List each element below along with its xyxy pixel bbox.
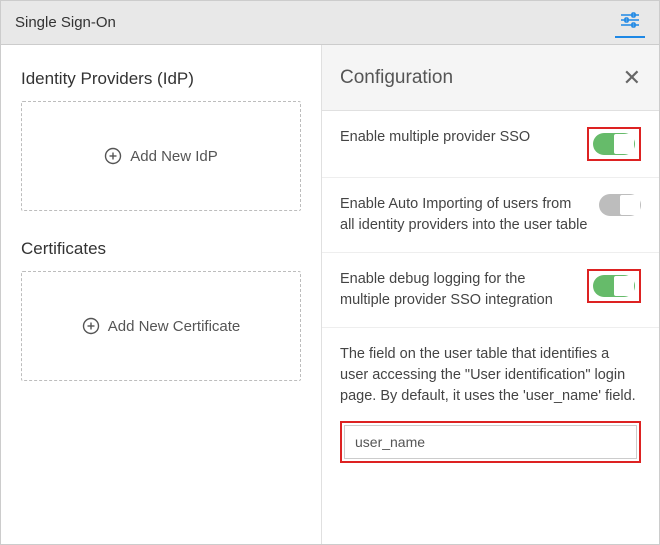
toggle-debug-logging[interactable] (593, 275, 635, 297)
input-highlight (340, 421, 641, 463)
toggle-auto-import[interactable] (599, 194, 641, 216)
close-button[interactable]: ✕ (623, 67, 641, 89)
app-frame: Single Sign-On Identity Providers (IdP) (0, 0, 660, 545)
sliders-icon (620, 12, 640, 31)
option-label: Enable Auto Importing of users from all … (340, 194, 589, 236)
user-field-section: The field on the user table that identif… (322, 328, 659, 479)
plus-circle-icon (104, 147, 122, 165)
toggle-highlight (587, 269, 641, 303)
toggle-knob (620, 195, 640, 215)
add-idp-label: Add New IdP (130, 148, 218, 165)
add-cert-box[interactable]: Add New Certificate (21, 271, 301, 381)
add-cert-label: Add New Certificate (108, 318, 241, 335)
option-label: Enable debug logging for the multiple pr… (340, 269, 577, 311)
toggle-knob (614, 276, 634, 296)
add-idp-content: Add New IdP (104, 147, 218, 165)
cert-heading: Certificates (21, 239, 301, 259)
option-row: Enable multiple provider SSO (322, 111, 659, 178)
body: Identity Providers (IdP) Add New IdP Cer… (1, 45, 659, 544)
close-icon: ✕ (623, 65, 641, 90)
panel-title: Configuration (340, 67, 453, 89)
plus-circle-icon (82, 317, 100, 335)
panel-header: Configuration ✕ (322, 45, 659, 111)
toggle-multiple-sso[interactable] (593, 133, 635, 155)
option-label: Enable multiple provider SSO (340, 127, 577, 148)
toggle-highlight (587, 127, 641, 161)
page-title: Single Sign-On (15, 14, 116, 31)
add-idp-box[interactable]: Add New IdP (21, 101, 301, 211)
add-cert-content: Add New Certificate (82, 317, 241, 335)
toggle-wrap (599, 194, 641, 216)
idp-heading: Identity Providers (IdP) (21, 69, 301, 89)
user-field-input[interactable] (344, 425, 637, 459)
config-panel: Configuration ✕ Enable multiple provider… (321, 45, 659, 544)
header-bar: Single Sign-On (1, 1, 659, 45)
toggle-knob (614, 134, 634, 154)
left-column: Identity Providers (IdP) Add New IdP Cer… (1, 45, 321, 544)
settings-button[interactable] (615, 8, 645, 38)
option-row: Enable debug logging for the multiple pr… (322, 253, 659, 328)
option-row: Enable Auto Importing of users from all … (322, 178, 659, 253)
user-field-description: The field on the user table that identif… (340, 344, 641, 407)
